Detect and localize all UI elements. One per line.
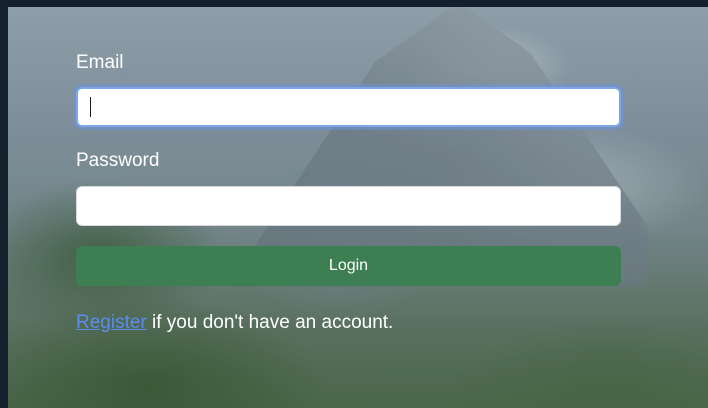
text-caret — [90, 97, 91, 117]
login-button[interactable]: Login — [76, 246, 621, 286]
register-link[interactable]: Register — [76, 312, 147, 333]
password-label: Password — [76, 150, 160, 171]
app-frame: Email Password Login Register if you don… — [0, 0, 708, 408]
password-field[interactable] — [76, 186, 621, 226]
email-field[interactable] — [76, 87, 621, 127]
register-prompt: Register if you don't have an account. — [76, 312, 393, 334]
email-label: Email — [76, 52, 124, 73]
register-prompt-text: if you don't have an account. — [146, 312, 394, 333]
